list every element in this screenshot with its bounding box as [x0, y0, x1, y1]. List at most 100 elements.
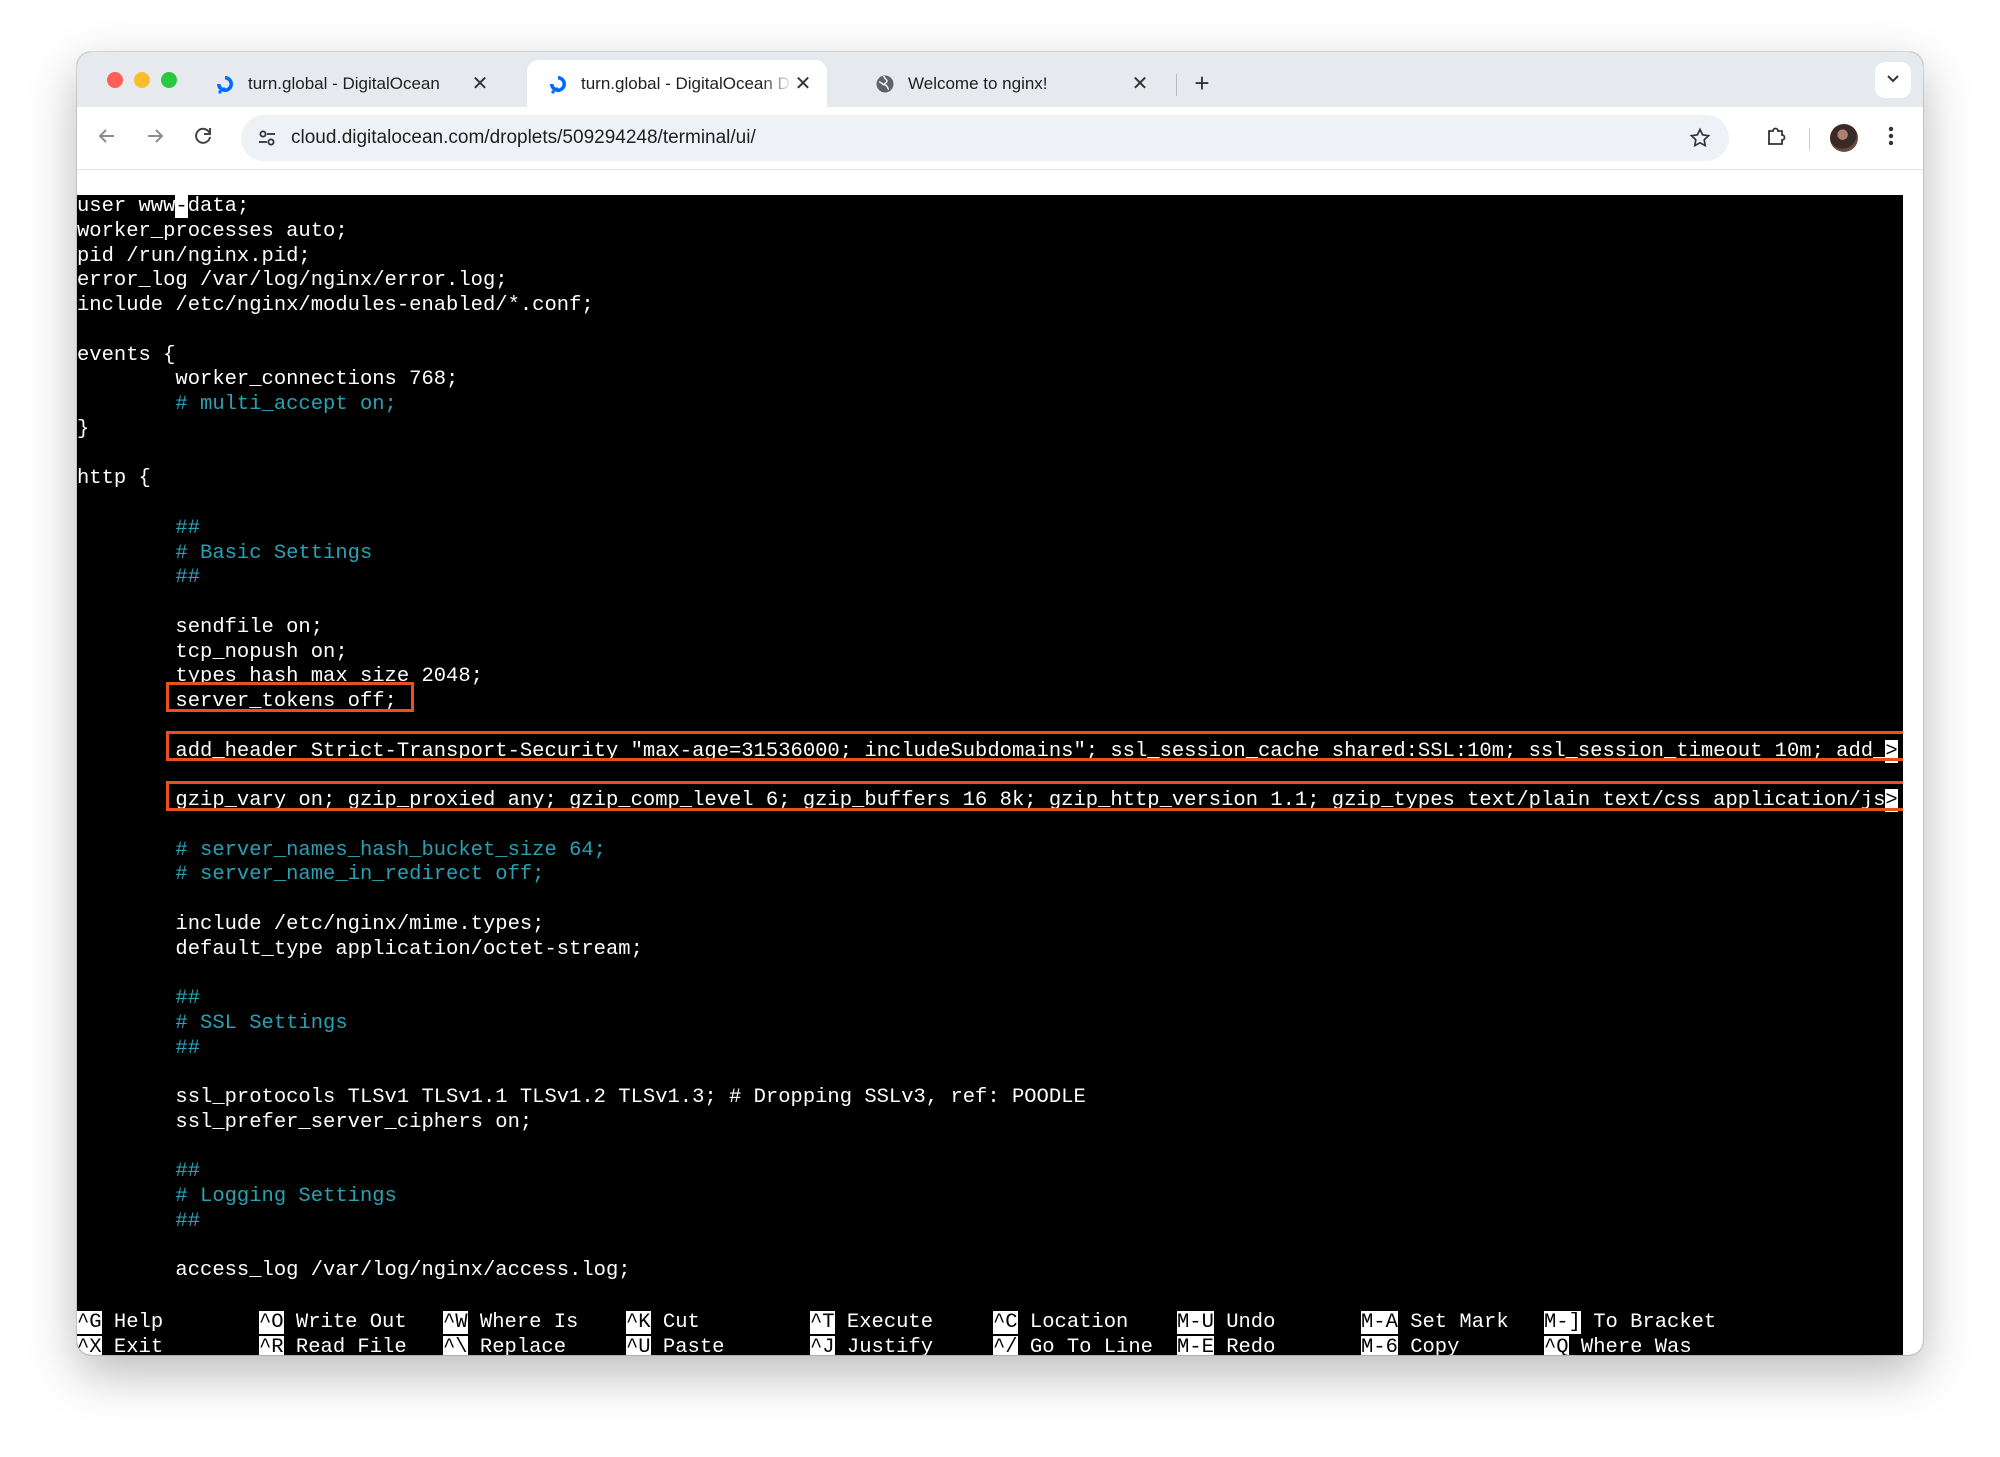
close-icon[interactable]: ✕ — [793, 71, 813, 96]
comment-line[interactable]: # Basic Settings — [77, 542, 1903, 567]
code-line[interactable] — [77, 591, 1903, 616]
code-line[interactable] — [77, 715, 1903, 740]
code-line[interactable] — [77, 814, 1903, 839]
shortcut-item: M-E Redo — [1177, 1335, 1275, 1355]
new-tab-button[interactable]: + — [1185, 66, 1219, 100]
tab-digitalocean-2[interactable]: turn.global - DigitalOcean Droplet ✕ — [527, 60, 827, 107]
comment-line[interactable]: # server_names_hash_bucket_size 64; — [77, 839, 1903, 864]
code-line[interactable] — [77, 319, 1903, 344]
code-line[interactable]: add_header Strict-Transport-Security "ma… — [77, 739, 1903, 765]
shortcut-label: Execute — [834, 1311, 934, 1334]
maximize-window-button[interactable] — [161, 72, 177, 88]
comment-line[interactable]: ## — [77, 1037, 1903, 1062]
comment-line[interactable]: # Logging Settings — [77, 1185, 1903, 1210]
code-line[interactable] — [77, 1061, 1903, 1086]
shortcut-label: Cut — [650, 1311, 700, 1334]
extensions-button[interactable] — [1760, 122, 1792, 154]
profile-avatar[interactable] — [1830, 124, 1858, 152]
shortcut-item: ^W Where Is — [443, 1311, 578, 1336]
comment-line[interactable]: ## — [77, 566, 1903, 591]
reload-icon — [192, 125, 214, 152]
code-line[interactable]: gzip_vary on; gzip_proxied any; gzip_com… — [77, 789, 1903, 814]
shortcut-label: Replace — [467, 1335, 567, 1355]
comment-line[interactable]: ## — [77, 517, 1903, 542]
shortcut-item: ^R Read File — [259, 1335, 407, 1355]
close-window-button[interactable] — [107, 72, 123, 88]
code-line[interactable]: http { — [77, 467, 1903, 492]
code-line[interactable]: error_log /var/log/nginx/error.log; — [77, 269, 1903, 294]
back-button[interactable] — [91, 122, 123, 154]
tab-strip: turn.global - DigitalOcean ✕ turn.global… — [77, 52, 1923, 107]
browser-window: turn.global - DigitalOcean ✕ turn.global… — [77, 52, 1923, 1355]
code-line[interactable]: } — [77, 418, 1903, 443]
shortcut-key: M-6 — [1361, 1335, 1398, 1355]
code-line[interactable]: types_hash_max_size 2048; — [77, 665, 1903, 690]
shortcut-item: ^O Write Out — [259, 1311, 407, 1336]
tab-separator — [1176, 74, 1177, 96]
tab-nginx-welcome[interactable]: Welcome to nginx! ✕ — [854, 60, 1164, 107]
comment-line[interactable]: # server_name_in_redirect off; — [77, 863, 1903, 888]
code-line[interactable]: include /etc/nginx/mime.types; — [77, 913, 1903, 938]
shortcut-key: ^T — [810, 1311, 835, 1334]
code-line[interactable]: include /etc/nginx/modules-enabled/*.con… — [77, 294, 1903, 319]
code-line[interactable]: worker_connections 768; — [77, 368, 1903, 393]
comment-line[interactable]: ## — [77, 987, 1903, 1012]
terminal[interactable]: GNU nano 7.2 /etc/nginx/nginx.conf * use… — [77, 170, 1923, 1355]
address-bar[interactable]: cloud.digitalocean.com/droplets/50929424… — [241, 115, 1729, 161]
code-line[interactable]: ssl_protocols TLSv1 TLSv1.1 TLSv1.2 TLSv… — [77, 1086, 1903, 1111]
shortcut-bar: ^G Help ^O Write Out ^W Where Is ^K Cut ^T E… — [77, 1311, 1903, 1355]
code-line[interactable]: tcp_nopush on; — [77, 641, 1903, 666]
forward-button[interactable] — [139, 122, 171, 154]
code-line[interactable]: worker_processes auto; — [77, 220, 1903, 245]
browser-menu-button[interactable] — [1877, 122, 1905, 154]
shortcut-label: Help — [101, 1311, 164, 1334]
code-line[interactable] — [77, 1136, 1903, 1161]
digitalocean-icon — [547, 73, 569, 95]
code-line[interactable]: pid /run/nginx.pid; — [77, 245, 1903, 270]
arrow-left-icon — [96, 125, 118, 152]
code-line[interactable] — [77, 492, 1903, 517]
url-text[interactable]: cloud.digitalocean.com/droplets/50929424… — [291, 127, 756, 149]
code-line[interactable]: access_log /var/log/nginx/access.log; — [77, 1259, 1903, 1284]
shortcut-item: ^Q Where Was — [1544, 1335, 1692, 1355]
scrollbar[interactable] — [1903, 170, 1923, 1355]
code-line[interactable]: user www-data; — [77, 195, 1903, 220]
shortcut-row: ^G Help ^O Write Out ^W Where Is ^K Cut ^T E… — [77, 1311, 1903, 1336]
code-line[interactable] — [77, 962, 1903, 987]
comment-line[interactable]: # SSL Settings — [77, 1012, 1903, 1037]
shortcut-key: ^O — [259, 1311, 284, 1334]
bookmark-star-icon[interactable] — [1687, 125, 1713, 151]
code-line[interactable]: sendfile on; — [77, 616, 1903, 641]
code-line[interactable]: events { — [77, 344, 1903, 369]
shortcut-label: Copy — [1397, 1335, 1460, 1355]
shortcut-key: ^W — [443, 1311, 468, 1334]
tab-title: turn.global - DigitalOcean — [248, 73, 440, 93]
comment-line[interactable]: ## — [77, 1160, 1903, 1185]
close-icon[interactable]: ✕ — [470, 71, 490, 96]
line-overflow-marker: > — [1885, 789, 1898, 812]
code-line[interactable] — [77, 1235, 1903, 1260]
code-text: gzip_vary on; gzip_proxied any; gzip_com… — [77, 789, 1886, 812]
code-line[interactable]: server_tokens off; — [77, 690, 1903, 715]
shortcut-key: M-E — [1177, 1335, 1214, 1355]
tab-digitalocean-1[interactable]: turn.global - DigitalOcean ✕ — [194, 60, 504, 107]
code-line[interactable]: ssl_prefer_server_ciphers on; — [77, 1111, 1903, 1136]
site-settings-icon[interactable] — [255, 126, 279, 150]
code-line[interactable] — [77, 888, 1903, 913]
editor-buffer[interactable]: user www-data; worker_processes auto; pid … — [77, 195, 1903, 1284]
shortcut-key: ^\ — [443, 1335, 468, 1355]
shortcut-label: Where Is — [467, 1311, 579, 1334]
shortcut-label: Justify — [834, 1335, 934, 1355]
browser-toolbar: cloud.digitalocean.com/droplets/50929424… — [77, 107, 1923, 170]
shortcut-key: ^/ — [993, 1335, 1018, 1355]
minimize-window-button[interactable] — [134, 72, 150, 88]
tab-search-button[interactable] — [1875, 62, 1911, 98]
comment-line[interactable]: # multi_accept on; — [77, 393, 1903, 418]
code-line[interactable] — [77, 764, 1903, 789]
close-icon[interactable]: ✕ — [1130, 71, 1150, 96]
shortcut-item: ^K Cut — [626, 1311, 700, 1336]
reload-button[interactable] — [187, 122, 219, 154]
comment-line[interactable]: ## — [77, 1210, 1903, 1235]
code-line[interactable] — [77, 443, 1903, 468]
code-line[interactable]: default_type application/octet-stream; — [77, 938, 1903, 963]
